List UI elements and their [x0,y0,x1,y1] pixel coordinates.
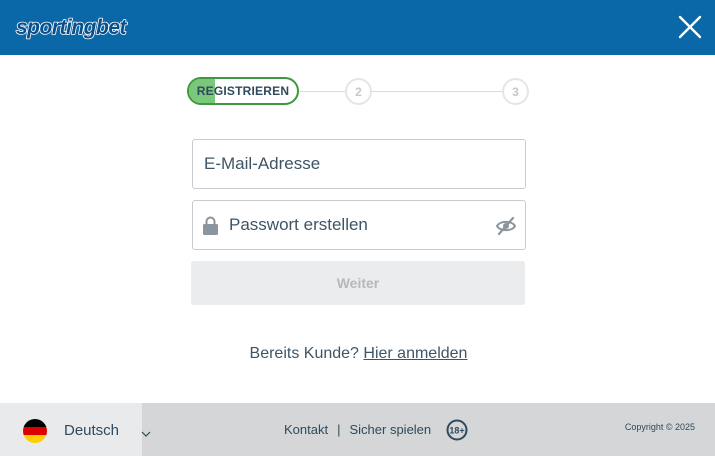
language-selector[interactable]: Deutsch [0,403,151,456]
stepper-line [371,91,503,92]
email-input[interactable] [204,140,514,188]
close-icon[interactable] [673,10,707,44]
password-field [192,200,526,250]
step-2: 2 [345,78,372,105]
sportingbet-logo: sportingbet sportingbet [15,15,129,40]
email-field [192,139,526,189]
login-prompt: Bereits Kunde? Hier anmelden [0,345,715,363]
footer: Deutsch Kontakt | Sicher spielen 18+ Cop… [0,403,715,456]
lock-icon [203,216,218,235]
chevron-down-icon [141,431,151,437]
footer-links: Kontakt | Sicher spielen [284,422,431,437]
step-register-label: REGISTRIEREN [196,84,290,98]
registration-stepper: REGISTRIEREN 2 3 [187,77,530,105]
login-link[interactable]: Hier anmelden [363,345,467,362]
continue-button[interactable]: Weiter [191,261,525,305]
responsible-gaming-link[interactable]: Sicher spielen [349,422,431,437]
logo-text: sportingbet [16,16,127,39]
footer-separator: | [337,422,341,437]
language-label: Deutsch [64,422,120,439]
step-register: REGISTRIEREN [187,77,299,105]
age-18-icon: 18+ [446,419,468,441]
step-3: 3 [502,78,529,105]
registration-page: sportingbet sportingbet REGISTRIEREN 2 3 [0,0,715,456]
germany-flag-icon [23,419,47,443]
copyright-text: Copyright © 2025 [624,422,695,432]
eye-off-icon[interactable] [495,215,517,237]
login-prompt-text: Bereits Kunde? [249,345,359,362]
contact-link[interactable]: Kontakt [284,422,328,437]
password-input[interactable] [229,201,489,249]
age-18-label: 18+ [449,426,464,436]
header-bar: sportingbet sportingbet [0,0,715,55]
